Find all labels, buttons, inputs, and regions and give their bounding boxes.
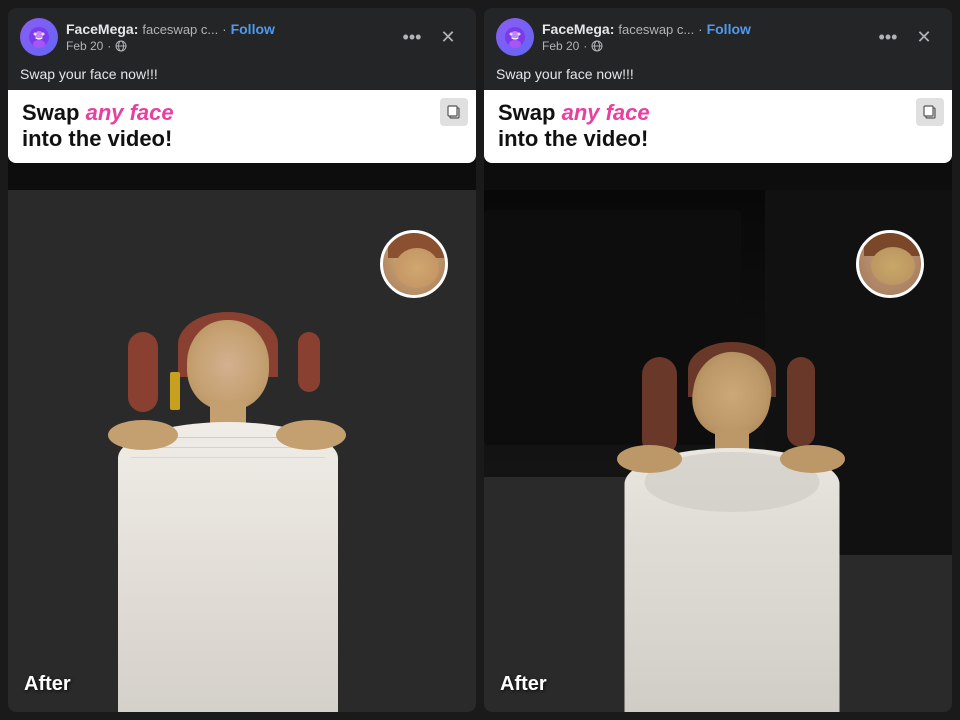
- left-post-header: FaceMega: faceswap c... · Follow Feb 20 …: [8, 8, 476, 62]
- right-face-circle: [856, 230, 924, 298]
- left-header-actions: ••• ✕: [396, 21, 464, 53]
- left-header-meta: Feb 20 ·: [66, 39, 388, 53]
- left-avatar: [20, 18, 58, 56]
- left-post-media: Swap any face into the video!: [8, 90, 476, 712]
- left-promo-highlight: any face: [86, 100, 174, 125]
- left-page-name: FaceMega:: [66, 21, 138, 37]
- left-follow-button[interactable]: Follow: [231, 21, 275, 37]
- right-after-label: After: [500, 673, 547, 696]
- right-post: FaceMega: faceswap c... · Follow Feb 20 …: [484, 8, 952, 712]
- right-page-subtitle: faceswap c...: [618, 22, 694, 37]
- right-promo-banner: Swap any face into the video!: [484, 90, 952, 163]
- left-promo-line1: Swap any face: [22, 100, 462, 126]
- right-post-header: FaceMega: faceswap c... · Follow Feb 20 …: [484, 8, 952, 62]
- right-post-caption: Swap your face now!!!: [484, 62, 952, 90]
- right-promo-plain: Swap: [498, 100, 562, 125]
- right-follow-button[interactable]: Follow: [707, 21, 751, 37]
- left-close-button[interactable]: ✕: [432, 21, 464, 53]
- right-video-frame: [484, 190, 952, 712]
- right-header-actions: ••• ✕: [872, 21, 940, 53]
- left-after-label: After: [24, 673, 71, 696]
- left-globe-icon: [115, 40, 127, 52]
- right-page-name: FaceMega:: [542, 21, 614, 37]
- left-post: FaceMega: faceswap c... · Follow Feb 20 …: [8, 8, 476, 712]
- right-avatar: [496, 18, 534, 56]
- right-header-meta: Feb 20 ·: [542, 39, 864, 53]
- left-separator: ·: [107, 39, 111, 53]
- right-post-media: Swap any face into the video!: [484, 90, 952, 712]
- right-promo-line1: Swap any face: [498, 100, 938, 126]
- right-close-button[interactable]: ✕: [908, 21, 940, 53]
- left-dot: ·: [222, 22, 226, 37]
- left-header-info: FaceMega: faceswap c... · Follow Feb 20 …: [66, 21, 388, 53]
- left-video-frame: [8, 190, 476, 712]
- left-date: Feb 20: [66, 39, 103, 53]
- left-promo-line2: into the video!: [22, 126, 462, 152]
- right-header-info: FaceMega: faceswap c... · Follow Feb 20 …: [542, 21, 864, 53]
- left-more-button[interactable]: •••: [396, 21, 428, 53]
- right-copy-icon[interactable]: [916, 98, 944, 126]
- right-promo-highlight: any face: [562, 100, 650, 125]
- right-promo-line2: into the video!: [498, 126, 938, 152]
- right-separator: ·: [583, 39, 587, 53]
- right-dot: ·: [698, 22, 702, 37]
- left-post-caption: Swap your face now!!!: [8, 62, 476, 90]
- right-date: Feb 20: [542, 39, 579, 53]
- left-promo-banner: Swap any face into the video!: [8, 90, 476, 163]
- left-promo-plain: Swap: [22, 100, 86, 125]
- right-more-button[interactable]: •••: [872, 21, 904, 53]
- left-face-circle: [380, 230, 448, 298]
- left-copy-icon[interactable]: [440, 98, 468, 126]
- right-globe-icon: [591, 40, 603, 52]
- left-page-subtitle: faceswap c...: [142, 22, 218, 37]
